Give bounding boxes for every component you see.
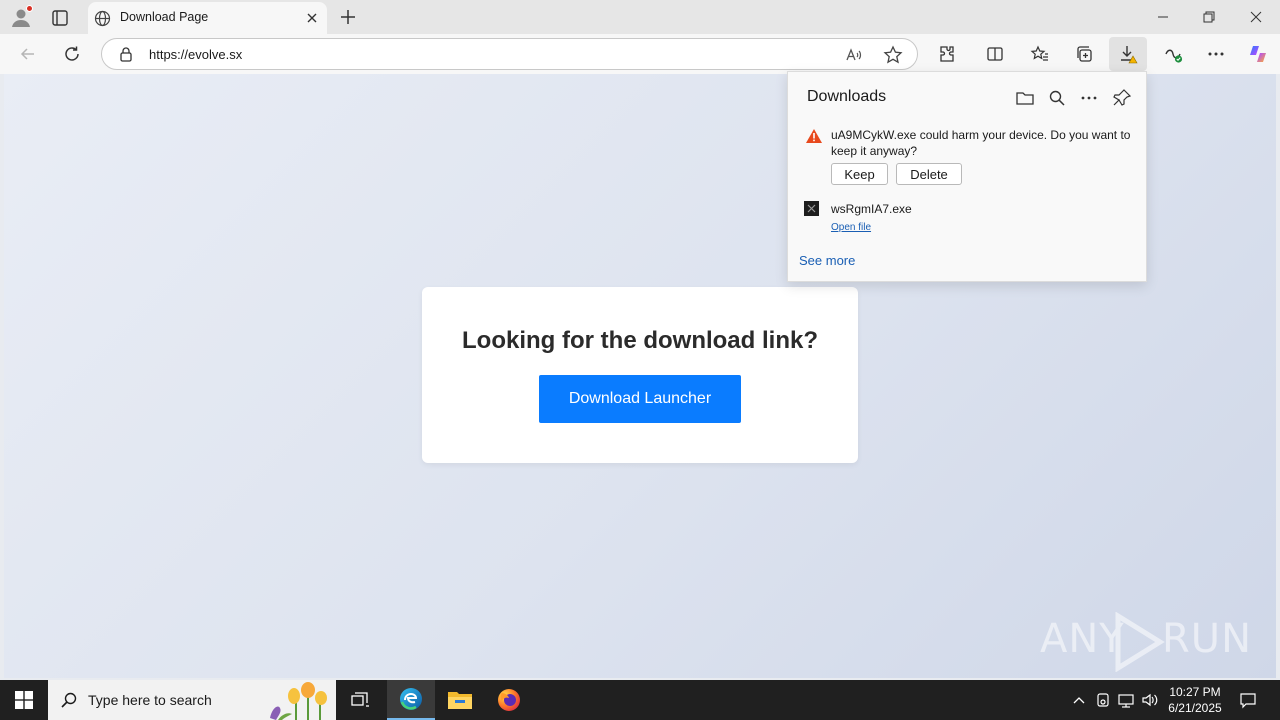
- browser-toolbar: https://evolve.sx: [0, 34, 1280, 74]
- taskbar-search-box[interactable]: Type here to search: [48, 680, 336, 720]
- search-placeholder: Type here to search: [88, 692, 212, 708]
- title-bar: Download Page: [0, 0, 1280, 34]
- firefox-icon[interactable]: [485, 680, 533, 720]
- close-window-icon[interactable]: [1234, 0, 1280, 34]
- browser-tab[interactable]: Download Page: [88, 2, 327, 34]
- search-icon: [60, 691, 78, 713]
- download-card: Looking for the download link? Download …: [422, 287, 858, 463]
- more-options-icon[interactable]: [1079, 88, 1099, 108]
- minimize-icon[interactable]: [1141, 0, 1187, 34]
- warning-icon: [805, 128, 823, 148]
- download-file-name[interactable]: wsRgmIA7.exe: [831, 202, 912, 216]
- favorite-star-icon[interactable]: [883, 45, 903, 69]
- notifications-icon[interactable]: [1238, 690, 1258, 710]
- address-bar[interactable]: https://evolve.sx: [101, 38, 918, 70]
- file-explorer-icon[interactable]: [436, 680, 484, 720]
- close-tab-icon[interactable]: [303, 9, 321, 27]
- notification-dot: [26, 5, 33, 12]
- restore-icon[interactable]: [1187, 0, 1233, 34]
- new-tab-icon[interactable]: [337, 6, 359, 28]
- page-heading: Looking for the download link?: [462, 327, 818, 354]
- play-logo-icon: [1115, 612, 1165, 672]
- open-file-link[interactable]: Open file: [831, 222, 871, 233]
- delete-button[interactable]: Delete: [896, 163, 962, 185]
- flowers-illustration-icon: [266, 680, 336, 720]
- open-folder-icon[interactable]: [1015, 88, 1035, 108]
- collections-icon[interactable]: [1070, 40, 1098, 68]
- copilot-icon[interactable]: [1244, 40, 1272, 68]
- lock-icon[interactable]: [118, 46, 134, 66]
- profile-avatar-icon[interactable]: [10, 5, 33, 28]
- download-launcher-button[interactable]: Download Launcher: [539, 375, 741, 423]
- see-more-link[interactable]: See more: [799, 253, 855, 268]
- url-text[interactable]: https://evolve.sx: [149, 47, 242, 62]
- extensions-icon[interactable]: [933, 40, 961, 68]
- favorites-icon[interactable]: [1026, 40, 1054, 68]
- keep-button[interactable]: Keep: [831, 163, 888, 185]
- task-view-icon[interactable]: [336, 680, 384, 720]
- split-screen-icon[interactable]: [981, 40, 1009, 68]
- browser-essentials-icon[interactable]: [1159, 40, 1187, 68]
- clock-time: 10:27 PM: [1169, 685, 1221, 699]
- downloads-icon[interactable]: [1109, 37, 1147, 71]
- search-downloads-icon[interactable]: [1047, 88, 1067, 108]
- back-icon[interactable]: [14, 40, 42, 68]
- windows-start-icon[interactable]: [0, 680, 48, 720]
- network-icon[interactable]: [1116, 690, 1136, 710]
- volume-icon[interactable]: [1140, 690, 1160, 710]
- read-aloud-icon[interactable]: [845, 46, 863, 68]
- anyrun-watermark: ANY RUN: [1040, 612, 1251, 672]
- refresh-icon[interactable]: [58, 40, 86, 68]
- download-warning-text: uA9MCykW.exe could harm your device. Do …: [831, 128, 1131, 158]
- taskbar-clock[interactable]: 10:27 PM 6/21/2025: [1162, 684, 1228, 716]
- edge-taskbar-icon[interactable]: [387, 680, 435, 720]
- globe-icon: [94, 10, 111, 27]
- settings-more-icon[interactable]: [1202, 40, 1230, 68]
- taskbar: Type here to search 10:27 PM 6/21/2025: [0, 680, 1280, 720]
- downloads-title: Downloads: [807, 88, 887, 105]
- pin-icon[interactable]: [1112, 88, 1132, 108]
- tab-actions-icon[interactable]: [50, 8, 70, 28]
- clock-date: 6/21/2025: [1168, 701, 1222, 715]
- network-device-icon[interactable]: [1093, 690, 1113, 710]
- tab-title: Download Page: [120, 10, 209, 24]
- watermark-right-text: RUN: [1162, 616, 1252, 662]
- exe-file-icon: [804, 201, 819, 216]
- downloads-flyout: Downloads uA9MCykW.exe could harm your d…: [787, 71, 1147, 282]
- show-hidden-icons-chevron-icon[interactable]: [1069, 690, 1089, 710]
